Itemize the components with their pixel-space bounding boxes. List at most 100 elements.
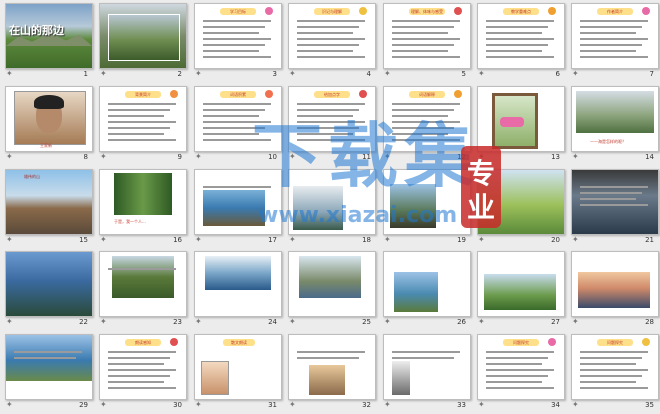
slide-thumbnail-cell[interactable]: 散文朗读 ✦ 31 — [189, 331, 283, 414]
slide-number: 11 — [362, 153, 371, 161]
slide-thumbnail-cell[interactable]: ✦ 32 — [283, 331, 377, 414]
slide-thumbnail[interactable] — [5, 251, 93, 317]
slide-thumbnail-cell[interactable]: ✦ 24 — [189, 248, 283, 331]
slide-thumbnail-cell[interactable]: ✦ 33 — [378, 331, 472, 414]
slide-thumbnail-cell[interactable]: ✦ 26 — [378, 248, 472, 331]
slide-thumbnail-cell[interactable]: ——海是怎样的呢？ ✦ 14 — [566, 83, 660, 166]
slide-thumbnail-cell[interactable]: ✦ 29 — [0, 331, 94, 414]
slide-thumbnail[interactable]: 问题探究 — [477, 334, 565, 400]
slide-thumbnail-cell[interactable]: ✦ 19 — [378, 166, 472, 249]
slide-thumbnail[interactable]: 散文朗读 — [194, 334, 282, 400]
slide-thumbnail-cell[interactable]: ✦ 17 — [189, 166, 283, 249]
slide-thumbnail[interactable]: 雄伟的山 — [5, 169, 93, 235]
text-line — [203, 38, 271, 40]
slide-thumbnail[interactable]: 给加点字 — [288, 86, 376, 152]
text-line — [392, 103, 460, 105]
slide-thumbnail-cell[interactable]: 问题探究 ✦ 35 — [566, 331, 660, 414]
slide-thumbnail[interactable]: 识记与理解 — [288, 3, 376, 69]
text-line — [580, 20, 648, 22]
slide-thumbnail-cell[interactable]: 朗读感知 ✦ 30 — [94, 331, 188, 414]
slide-thumbnail-cell[interactable]: ✦ 2 — [94, 0, 188, 83]
slide-heading: 朗读感知 — [125, 339, 161, 346]
slide-thumbnail-cell[interactable]: 问题探究 ✦ 34 — [472, 331, 566, 414]
slide-thumbnail-cell[interactable]: ✦ 21 — [566, 166, 660, 249]
slide-thumbnail-cell[interactable]: 于是，我一个人... ✦ 16 — [94, 166, 188, 249]
text-line — [297, 109, 359, 111]
slide-thumbnail[interactable] — [288, 251, 376, 317]
flower-icon — [265, 90, 273, 98]
slide-thumbnail-cell[interactable]: 理解、体味与感受 ✦ 5 — [378, 0, 472, 83]
slide-thumbnail-cell[interactable]: ✦ 27 — [472, 248, 566, 331]
slide-thumbnail[interactable] — [383, 169, 471, 235]
slide-thumbnail[interactable] — [383, 334, 471, 400]
slide-thumbnail[interactable] — [5, 334, 93, 400]
slide-thumbnail[interactable] — [477, 86, 565, 152]
slide-thumbnail[interactable]: 于是，我一个人... — [99, 169, 187, 235]
slide-thumbnail-cell[interactable]: 在山的那边 ✦ 1 — [0, 0, 94, 83]
slide-thumbnail-cell[interactable]: 词语解释 ✦ 12 — [378, 83, 472, 166]
text-line — [392, 32, 448, 34]
slide-thumbnail-cell[interactable]: 教学重难点 ✦ 6 — [472, 0, 566, 83]
slide-thumbnail[interactable]: 在山的那边 — [5, 3, 93, 69]
text-line — [580, 32, 636, 34]
slide-thumbnail[interactable] — [194, 251, 282, 317]
slide-thumbnail-cell[interactable]: ✦ 23 — [94, 248, 188, 331]
text-line — [108, 369, 176, 371]
slide-caption: 于是，我一个人... — [114, 219, 146, 224]
slide-thumbnail-cell[interactable]: ✦ 28 — [566, 248, 660, 331]
slide-thumbnail-cell[interactable]: ✦ 22 — [0, 248, 94, 331]
slide-thumbnail[interactable]: 理解、体味与感受 — [383, 3, 471, 69]
slide-thumbnail[interactable]: 王家新 — [5, 86, 93, 152]
slide-thumbnail[interactable] — [477, 251, 565, 317]
slide-thumbnail-cell[interactable]: 词语积累 ✦ 10 — [189, 83, 283, 166]
text-line — [392, 115, 448, 117]
flower-icon — [642, 7, 650, 15]
girl-photo — [201, 361, 229, 395]
slide-thumbnail-cell[interactable]: 学习目标 ✦ 3 — [189, 0, 283, 83]
slide-heading: 学习目标 — [220, 8, 256, 15]
slide-thumbnail-cell[interactable]: ✦ 20 — [472, 166, 566, 249]
slide-thumbnail[interactable]: 词语积累 — [194, 86, 282, 152]
slide-thumbnail-cell[interactable]: ✦ 13 — [472, 83, 566, 166]
slide-transition-icon: ✦ — [100, 235, 107, 244]
slide-thumbnail-cell[interactable]: 王家新 ✦ 8 — [0, 83, 94, 166]
text-line — [203, 103, 271, 105]
text-line — [108, 139, 176, 141]
text-line — [392, 351, 460, 353]
slide-thumbnail[interactable]: 教学重难点 — [477, 3, 565, 69]
slide-number: 1 — [83, 70, 88, 78]
slide-transition-icon: ✦ — [478, 317, 485, 326]
slide-thumbnail-cell[interactable]: 给加点字 ✦ 11 — [283, 83, 377, 166]
slide-thumbnail[interactable]: 词语解释 — [383, 86, 471, 152]
slide-thumbnail[interactable] — [288, 169, 376, 235]
slide-transition-icon: ✦ — [6, 400, 13, 409]
slide-thumbnail[interactable]: 问题探究 — [571, 334, 659, 400]
slide-transition-icon: ✦ — [6, 69, 13, 78]
slide-thumbnail-cell[interactable]: 识记与理解 ✦ 4 — [283, 0, 377, 83]
slide-thumbnail-cell[interactable]: 作者简介 ✦ 7 — [566, 0, 660, 83]
slide-thumbnail[interactable] — [383, 251, 471, 317]
slide-thumbnail-cell[interactable]: 雄伟的山 ✦ 15 — [0, 166, 94, 249]
slide-thumbnail[interactable] — [571, 169, 659, 235]
slide-thumbnail-cell[interactable]: 背景简介 ✦ 9 — [94, 83, 188, 166]
slide-thumbnail[interactable] — [288, 334, 376, 400]
slide-number: 22 — [79, 318, 88, 326]
slide-thumbnail[interactable]: 朗读感知 — [99, 334, 187, 400]
slide-thumbnail[interactable] — [571, 251, 659, 317]
slide-number: 21 — [645, 236, 654, 244]
slide-thumbnail-cell[interactable]: ✦ 25 — [283, 248, 377, 331]
text-line — [580, 363, 636, 365]
text-line — [486, 351, 554, 353]
slide-thumbnail[interactable]: 学习目标 — [194, 3, 282, 69]
slide-thumbnail[interactable]: ——海是怎样的呢？ — [571, 86, 659, 152]
slide-thumbnail[interactable] — [477, 169, 565, 235]
slide-thumbnail[interactable]: 作者简介 — [571, 3, 659, 69]
slide-thumbnail[interactable]: 背景简介 — [99, 86, 187, 152]
slide-thumbnail[interactable] — [99, 251, 187, 317]
slide-thumbnail[interactable] — [99, 3, 187, 69]
text-line — [486, 26, 548, 28]
slide-thumbnail-cell[interactable]: ✦ 18 — [283, 166, 377, 249]
bay-photo — [394, 272, 438, 312]
slide-transition-icon: ✦ — [572, 69, 579, 78]
slide-thumbnail[interactable] — [194, 169, 282, 235]
